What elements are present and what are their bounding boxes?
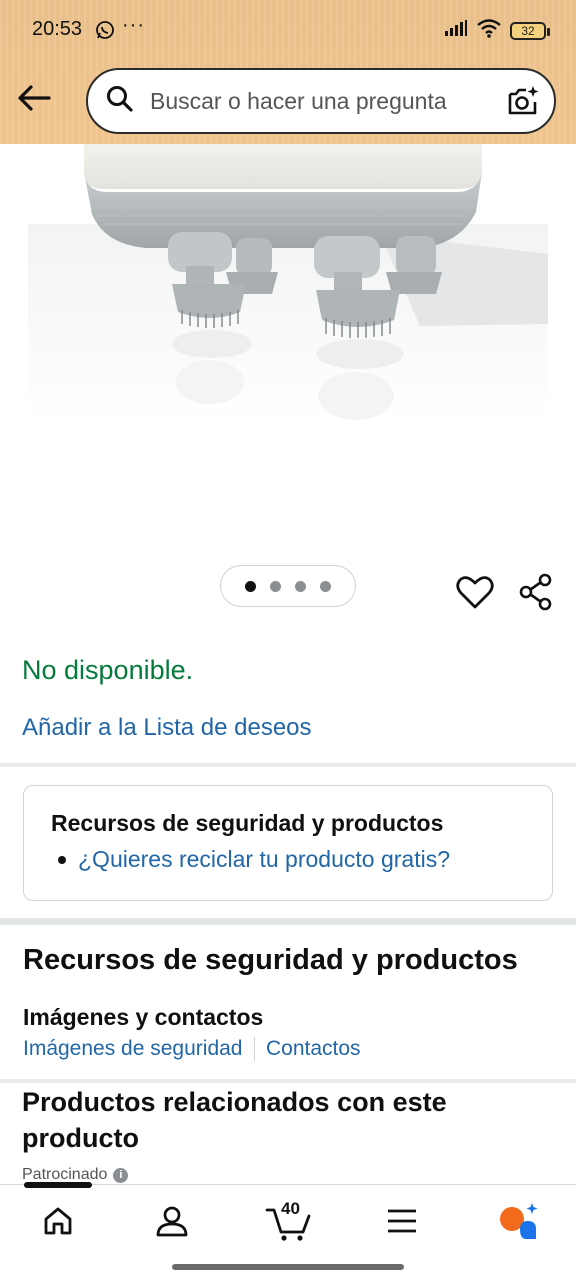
link-separator <box>253 1037 255 1061</box>
safety-resources-card: Recursos de seguridad y productos ¿Quier… <box>23 785 553 901</box>
wifi-icon <box>476 18 502 43</box>
nav-assistant[interactable] <box>494 1199 542 1243</box>
search-input[interactable]: Buscar o hacer una pregunta <box>150 88 447 115</box>
recycle-product-link[interactable]: ¿Quieres reciclar tu producto gratis? <box>78 846 450 873</box>
contacts-link[interactable]: Contactos <box>266 1037 361 1061</box>
whatsapp-icon <box>95 20 115 40</box>
nav-account[interactable] <box>148 1199 196 1243</box>
assistant-icon <box>500 1203 538 1239</box>
header: 20:53 ··· 32 Buscar o hacer una pregunta <box>0 0 576 144</box>
safety-section-title: Recursos de seguridad y productos <box>23 944 518 976</box>
safety-images-link[interactable]: Imágenes de seguridad <box>23 1037 243 1061</box>
related-products-title: Productos relacionados con este producto <box>22 1087 447 1153</box>
bullet-icon <box>58 856 66 864</box>
carousel-dot[interactable] <box>295 580 306 592</box>
status-bar: 20:53 ··· 32 <box>0 0 576 60</box>
image-carousel-indicator[interactable] <box>220 565 356 607</box>
menu-icon <box>388 1209 416 1233</box>
search-bar[interactable]: Buscar o hacer una pregunta <box>86 68 556 134</box>
images-contacts-heading: Imágenes y contactos <box>23 1004 264 1030</box>
home-indicator[interactable] <box>172 1264 404 1270</box>
share-icon <box>519 573 552 611</box>
home-icon <box>44 1207 72 1235</box>
carousel-dot[interactable] <box>245 580 256 592</box>
share-button[interactable] <box>518 572 554 612</box>
carousel-dot[interactable] <box>320 580 331 592</box>
heart-icon <box>456 576 494 609</box>
resources-links: Imágenes de seguridad Contactos <box>23 1037 361 1061</box>
status-icons: 32 <box>444 18 550 43</box>
account-icon <box>156 1206 188 1237</box>
carousel-dot[interactable] <box>270 580 281 592</box>
battery-icon: 32 <box>510 21 550 40</box>
add-to-wishlist-link[interactable]: Añadir a la Lista de deseos <box>22 714 312 742</box>
nav-menu[interactable] <box>378 1199 426 1243</box>
back-button[interactable] <box>14 78 54 118</box>
nav-home[interactable] <box>34 1199 82 1243</box>
arrow-left-icon <box>18 85 51 111</box>
product-page: 20:53 ··· 32 Buscar o hacer una pregunta… <box>0 0 576 1280</box>
divider <box>0 763 576 767</box>
nav-cart[interactable]: 40 <box>262 1199 314 1243</box>
product-image[interactable] <box>0 144 576 564</box>
camera-search-icon[interactable] <box>506 84 540 123</box>
search-icon <box>106 85 134 118</box>
more-notifications-icon: ··· <box>122 14 145 36</box>
cart-count-badge: 40 <box>281 1199 300 1218</box>
divider <box>0 1079 576 1083</box>
active-tab-indicator <box>24 1182 92 1188</box>
info-icon[interactable]: i <box>113 1167 129 1183</box>
signal-icon <box>444 20 468 41</box>
status-time: 20:53 <box>32 18 83 40</box>
section-divider <box>0 918 576 925</box>
safety-card-title: Recursos de seguridad y productos <box>51 810 444 836</box>
availability-status: No disponible. <box>22 655 194 685</box>
wishlist-heart-button[interactable] <box>455 572 495 612</box>
